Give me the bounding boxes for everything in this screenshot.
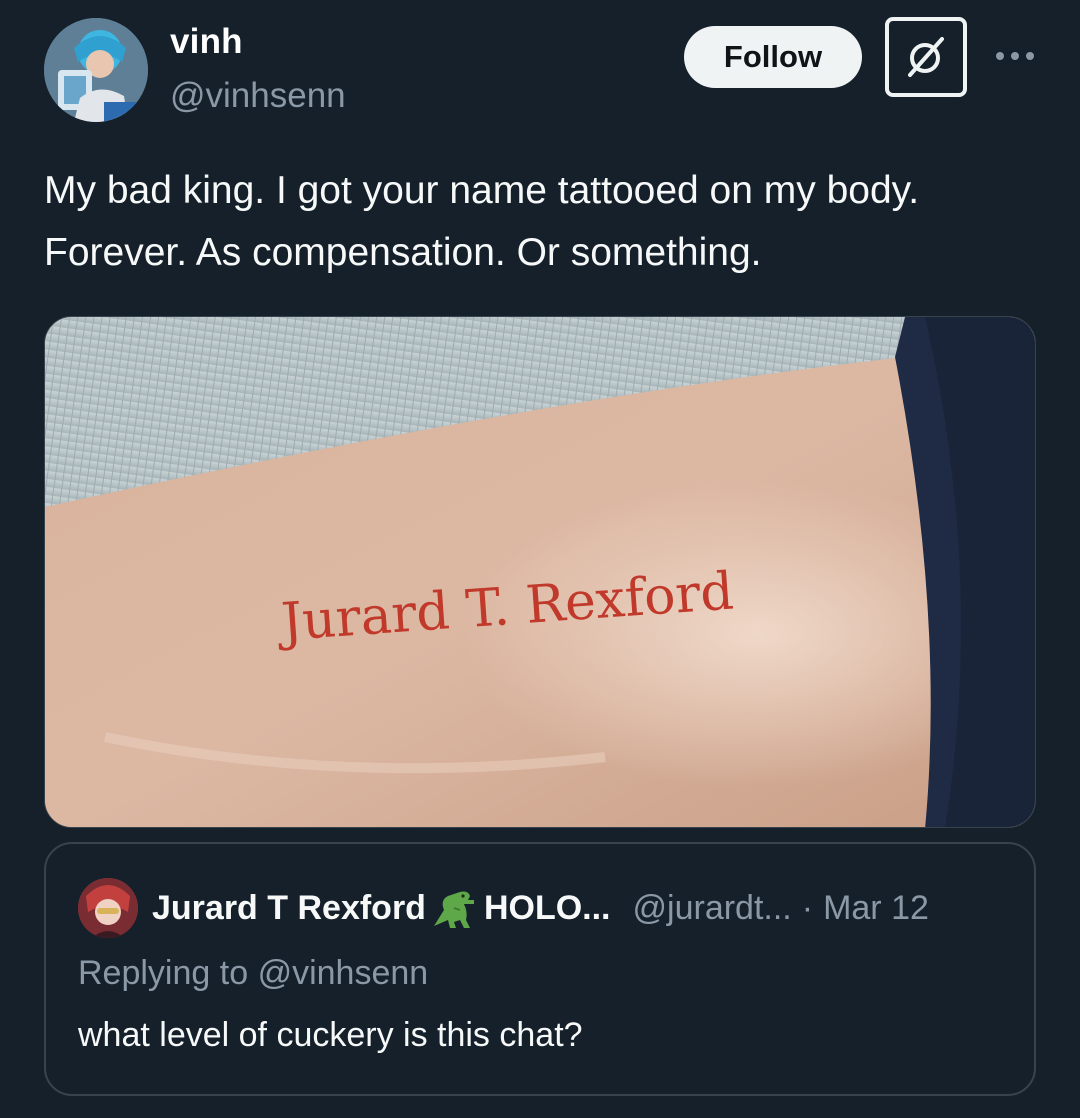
- replying-handle[interactable]: @vinhsenn: [258, 954, 429, 992]
- quote-text: what level of cuckery is this chat?: [78, 1016, 583, 1054]
- grok-button[interactable]: [885, 17, 967, 97]
- more-icon: [996, 52, 1034, 60]
- follow-button[interactable]: Follow: [684, 26, 862, 88]
- more-options-button[interactable]: [990, 36, 1040, 76]
- quoted-post[interactable]: Jurard T Rexford HOLO... @jurardt... · M…: [44, 842, 1036, 1096]
- post-photo[interactable]: Jurard T. Rexford: [44, 316, 1036, 828]
- quote-author-avatar[interactable]: [78, 878, 138, 938]
- post: vinh @vinhsenn Follow My bad king. I got…: [0, 0, 1080, 1118]
- avatar-image: [44, 18, 148, 122]
- quote-date[interactable]: Mar 12: [823, 889, 929, 928]
- replying-prefix: Replying to: [78, 954, 249, 992]
- author-avatar[interactable]: [44, 18, 148, 122]
- separator-dot: ·: [801, 888, 814, 927]
- t-rex-icon: [433, 891, 474, 928]
- grok-icon: [908, 37, 944, 77]
- quote-author-name-suffix[interactable]: HOLO...: [484, 889, 611, 928]
- quote-author-name[interactable]: Jurard T Rexford: [152, 889, 426, 928]
- quote-author-handle[interactable]: @jurardt...: [633, 889, 792, 928]
- author-handle[interactable]: @vinhsenn: [170, 76, 346, 116]
- quote-avatar-image: [78, 878, 138, 938]
- post-text: My bad king. I got your name tattooed on…: [44, 169, 920, 274]
- quote-header: Jurard T Rexford HOLO... @jurardt... · M…: [152, 886, 929, 930]
- tattoo-photo: Jurard T. Rexford: [45, 317, 1035, 827]
- replying-to-line: Replying to @vinhsenn: [78, 954, 428, 993]
- author-display-name[interactable]: vinh: [170, 22, 243, 62]
